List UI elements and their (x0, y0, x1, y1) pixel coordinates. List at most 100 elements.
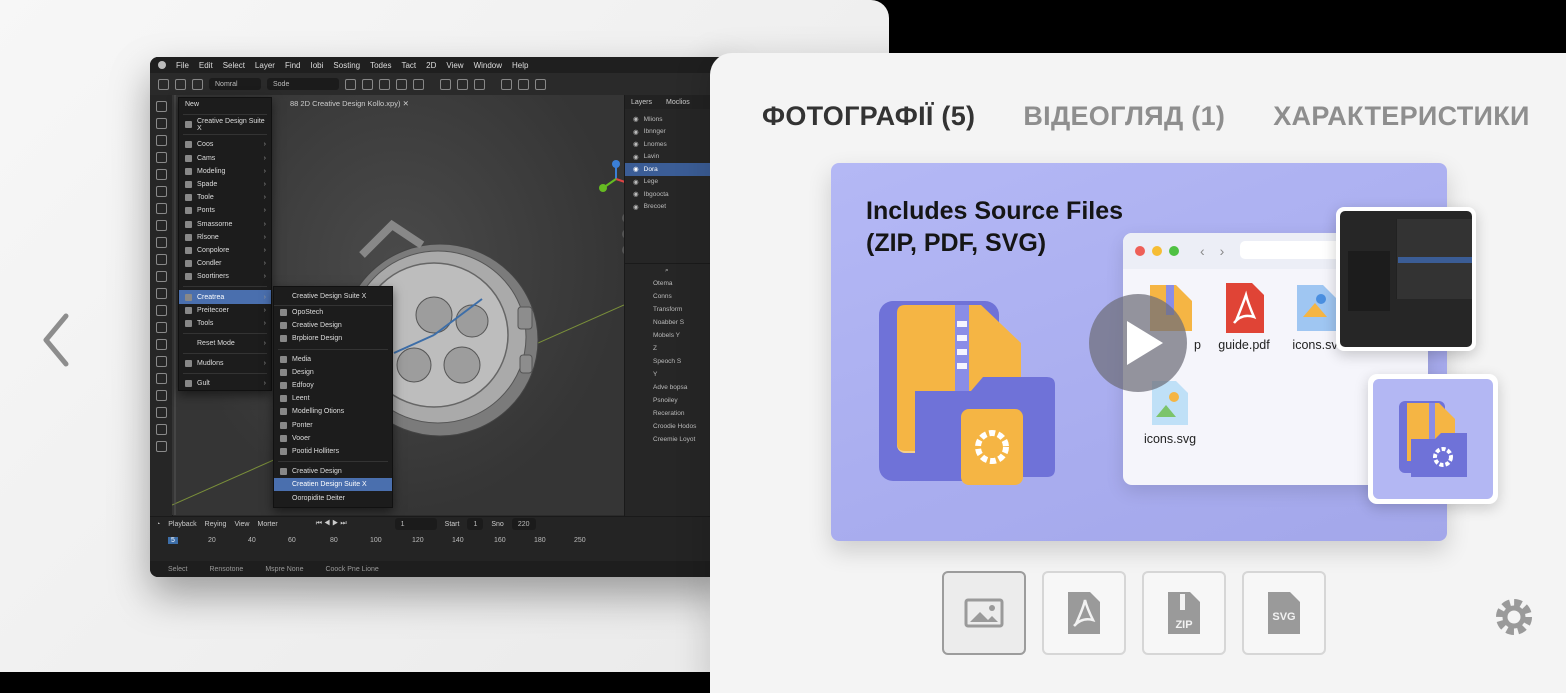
submenu-item[interactable]: Pootid Holliters (274, 445, 392, 458)
gear-icon[interactable] (1490, 593, 1538, 641)
align-icon[interactable] (440, 78, 451, 90)
tab-photos[interactable]: ФОТОГРАФІЇ (5) (762, 101, 975, 132)
gear-icon[interactable] (155, 339, 167, 350)
tool-icon[interactable] (345, 78, 356, 90)
menu-item[interactable]: Conpolore › (179, 244, 271, 257)
menu-item[interactable]: Cams › (179, 152, 271, 165)
menu-help[interactable]: Help (512, 61, 528, 70)
light-icon[interactable] (155, 271, 167, 282)
menu-item[interactable]: Condler › (179, 257, 271, 270)
toolbar-field[interactable]: Sode (267, 78, 339, 90)
add-icon[interactable] (192, 78, 203, 90)
menu-item[interactable]: Tools › (179, 317, 271, 330)
crop-icon[interactable] (155, 373, 167, 384)
submenu-item[interactable]: Ponter (274, 419, 392, 432)
eye-icon[interactable]: ◉ (633, 128, 639, 136)
snap-icon[interactable] (518, 78, 529, 90)
menu-2d[interactable]: 2D (426, 61, 436, 70)
paint-icon[interactable] (155, 288, 167, 299)
submenu-item[interactable]: Modelling Otions (274, 405, 392, 418)
tool-icon[interactable] (362, 78, 373, 90)
marker-menu[interactable]: Morter (257, 521, 277, 528)
close-dot[interactable] (1135, 246, 1145, 256)
pen-icon[interactable] (155, 220, 167, 231)
menu-item[interactable]: Spade › (179, 178, 271, 191)
eye-icon[interactable]: ◉ (633, 190, 639, 198)
play-video-button[interactable] (1089, 294, 1187, 392)
snap-icon[interactable] (535, 78, 546, 90)
material-icon[interactable] (155, 407, 167, 418)
submenu-item[interactable]: Vooer (274, 432, 392, 445)
menu-item[interactable]: Toole › (179, 191, 271, 204)
keying-menu[interactable]: Reying (205, 521, 227, 528)
eye-icon[interactable]: ◉ (633, 115, 639, 123)
move-icon[interactable] (155, 152, 167, 163)
screenshot-thumbnail[interactable] (1336, 207, 1476, 351)
menu-item[interactable]: Soortiners › (179, 270, 271, 283)
align-icon[interactable] (457, 78, 468, 90)
eye-icon[interactable]: ◉ (633, 165, 639, 173)
menu-item[interactable]: Gult › (179, 377, 271, 390)
menu-find[interactable]: Find (285, 61, 301, 70)
cube-icon[interactable] (155, 356, 167, 367)
tab-layers[interactable]: Layers (631, 99, 652, 106)
menu-item-selected[interactable]: Creatrea › (179, 290, 271, 304)
timeline-mode-icon[interactable]: ◔ (156, 521, 160, 528)
menu-item[interactable]: Smassorne › (179, 218, 271, 231)
tab-specifications[interactable]: ХАРАКТЕРИСТИКИ (1273, 101, 1530, 132)
thumb-svg[interactable]: SVG (1242, 571, 1326, 655)
submenu-item[interactable]: Creative Design (274, 319, 392, 332)
mode-dropdown[interactable]: Nomral (209, 78, 261, 90)
tab-video-review[interactable]: ВІДЕОГЛЯД (1) (1023, 101, 1225, 132)
box-select-icon[interactable] (155, 118, 167, 129)
end-frame[interactable]: 220 (511, 518, 536, 530)
color-swatch-icon[interactable] (155, 424, 167, 435)
minimize-dot[interactable] (1152, 246, 1162, 256)
submenu-item[interactable]: Brpbiore Design (274, 332, 392, 345)
settings-icon[interactable] (501, 78, 512, 90)
menu-item[interactable]: New (179, 98, 271, 111)
brush-icon[interactable] (155, 203, 167, 214)
folder-thumbnail[interactable] (1368, 374, 1498, 504)
menu-item[interactable]: Coos › (179, 138, 271, 151)
submenu-item[interactable]: Leent (274, 392, 392, 405)
tool-icon[interactable] (413, 78, 424, 90)
eye-icon[interactable]: ◉ (633, 140, 639, 148)
submenu-item[interactable]: OpoStech (274, 306, 392, 319)
lasso-icon[interactable] (155, 135, 167, 146)
tab-moclios[interactable]: Moclios (666, 99, 690, 106)
file-guide-pdf[interactable]: guide.pdf (1211, 281, 1277, 352)
menu-item[interactable]: Mudlons › (179, 357, 271, 370)
image-icon[interactable] (155, 441, 167, 452)
menu-item[interactable]: Creative Design Suite X (179, 118, 271, 132)
view-menu[interactable]: View (234, 521, 249, 528)
transform-icon[interactable] (155, 390, 167, 401)
eye-icon[interactable]: ◉ (633, 203, 639, 211)
menu-item[interactable]: Reset Mode › (179, 337, 271, 350)
cursor-icon[interactable] (155, 101, 167, 112)
tool-icon[interactable] (396, 78, 407, 90)
zoom-icon[interactable] (155, 305, 167, 316)
previous-arrow-icon[interactable] (38, 310, 78, 370)
thumb-zip[interactable]: ZIP (1142, 571, 1226, 655)
menu-item[interactable]: Preitecoer › (179, 304, 271, 317)
tool-icon[interactable] (379, 78, 390, 90)
menu-window[interactable]: Window (474, 61, 502, 70)
maximize-dot[interactable] (1169, 246, 1179, 256)
menu-edit[interactable]: Edit (199, 61, 213, 70)
menu-todes[interactable]: Todes (370, 61, 391, 70)
home-icon[interactable] (158, 78, 169, 90)
timeline-ruler[interactable]: 5 20 40 60 80 100 120 140 160 180 250 (168, 537, 720, 547)
back-icon[interactable]: ‹ (1200, 243, 1205, 259)
eye-icon[interactable]: ◉ (633, 153, 639, 161)
select-icon[interactable] (175, 78, 186, 90)
menu-view[interactable]: View (446, 61, 463, 70)
menu-item[interactable]: Rlsone › (179, 231, 271, 244)
scale-icon[interactable] (155, 186, 167, 197)
eye-icon[interactable]: ◉ (633, 178, 639, 186)
start-frame[interactable]: 1 (467, 518, 484, 530)
playback-menu[interactable]: Playback (168, 521, 196, 528)
submenu-item[interactable]: Design (274, 366, 392, 379)
thumb-image[interactable] (942, 571, 1026, 655)
menu-tact[interactable]: Tact (401, 61, 416, 70)
